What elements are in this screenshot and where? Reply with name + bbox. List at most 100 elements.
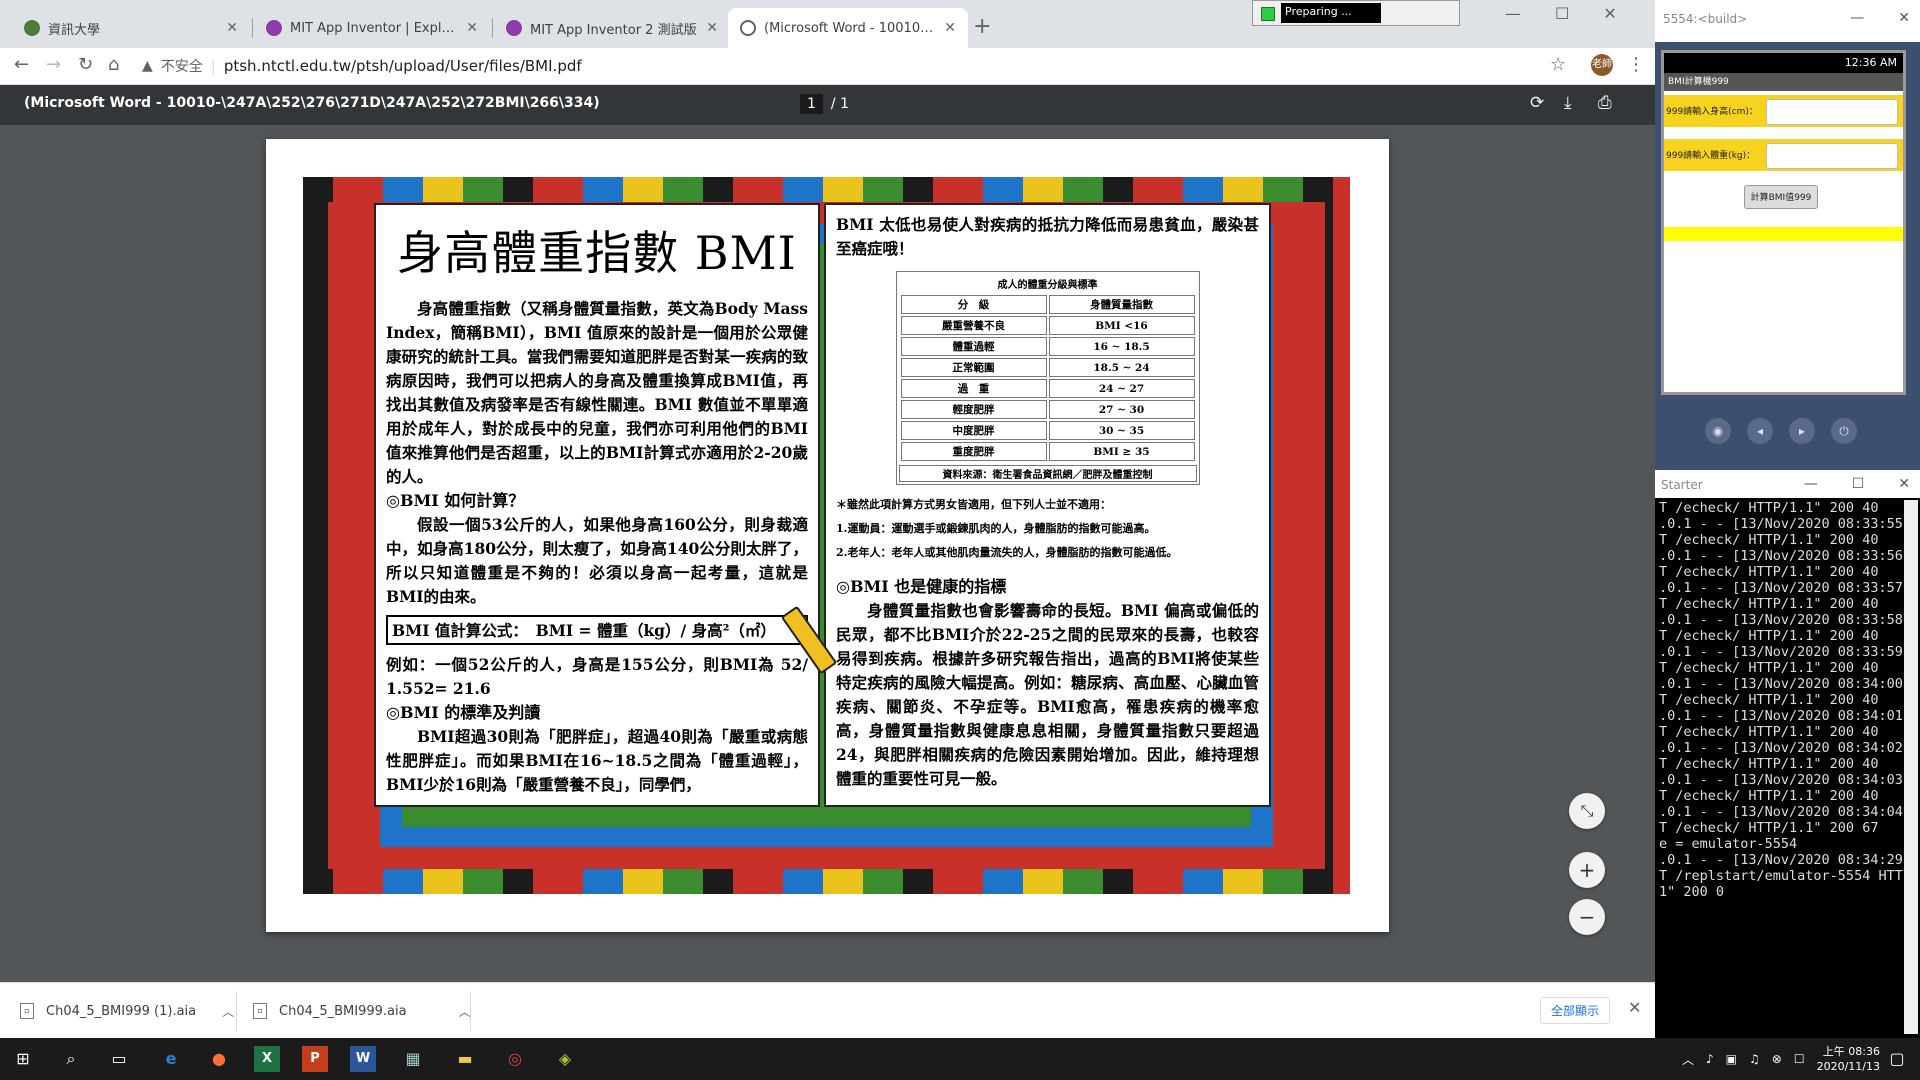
console-scrollbar[interactable] [1904, 500, 1918, 1034]
minimize-icon[interactable]: — [1850, 10, 1864, 26]
profile-avatar[interactable]: 老師 [1591, 54, 1613, 76]
show-all-button[interactable]: 全部顯示 [1540, 997, 1611, 1024]
current-page-input[interactable]: 1 [800, 94, 823, 114]
notification-center-icon[interactable]: ☐ [1794, 1052, 1805, 1066]
volume-down-icon[interactable]: ◂ [1747, 418, 1773, 444]
edge-icon[interactable]: e [158, 1046, 184, 1072]
preparing-indicator: Preparing ... [1252, 0, 1460, 26]
firefox-icon[interactable]: ● [206, 1046, 232, 1072]
powerpoint-icon[interactable]: P [302, 1046, 328, 1072]
download-divider [236, 991, 237, 1031]
close-icon[interactable]: ✕ [1628, 998, 1641, 1017]
download-item[interactable]: ▫ Ch04_5_BMI999.aia ︿ [253, 995, 471, 1027]
window-controls: — ☐ ✕ [1804, 476, 1910, 492]
file-icon: ▫ [253, 1003, 267, 1019]
close-icon[interactable]: ✕ [944, 20, 956, 36]
action-center-icon[interactable]: ▢ [1884, 1046, 1910, 1072]
preparing-label: Preparing ... [1281, 3, 1381, 23]
warning-icon: ▲ [142, 58, 153, 74]
print-icon[interactable]: ⎙ [1598, 93, 1612, 113]
pdf-viewer[interactable]: 身高體重指數 BMI 身高體重指數（又稱身體質量指數，英文為Body Mass … [0, 125, 1655, 982]
table-cell: 30 ~ 35 [1048, 421, 1195, 440]
chevron-up-icon[interactable]: ︿ [459, 1003, 471, 1020]
zoom-out-button[interactable]: − [1569, 899, 1605, 935]
how-paragraph: 假設一個53公斤的人，如果他身高160公分，則身裁適中，如身高180公分，則太瘦… [386, 515, 808, 606]
note-item: 1.運動員：運動選手或鍛鍊肌肉的人，身體脂肪的指數可能過高。 [836, 522, 1156, 535]
table-cell: 16 ~ 18.5 [1048, 337, 1195, 356]
android-icon[interactable]: ◈ [552, 1046, 578, 1072]
close-icon[interactable]: ✕ [226, 20, 238, 36]
table-cell: 過 重 [900, 379, 1047, 398]
search-icon[interactable]: ⌕ [58, 1046, 84, 1072]
bmi-table: 分 級 身體質量指數 嚴重營養不良 BMI <16 體重過輕 16 ~ 18.5 正… [899, 293, 1197, 463]
decorative-frame: 身高體重指數 BMI 身高體重指數（又稱身體質量指數，英文為Body Mass … [303, 177, 1350, 894]
tab-1[interactable]: 資訊大學 ✕ [12, 8, 250, 48]
close-window-icon[interactable]: ✕ [1898, 10, 1910, 26]
tab-4-active[interactable]: (Microsoft Word - 10010-\247A ✕ [728, 8, 968, 48]
console-line: .0.1 - - [13/Nov/2020 08:34:01] [1659, 708, 1903, 724]
chevron-up-icon[interactable]: ︿ [222, 1003, 234, 1020]
weight-input[interactable] [1766, 143, 1898, 169]
excel-icon[interactable]: X [254, 1046, 280, 1072]
tab-3[interactable]: MIT App Inventor 2 測試版 ✕ [494, 8, 730, 48]
chrome-icon[interactable]: ◎ [502, 1046, 528, 1072]
close-window-icon[interactable]: ✕ [1603, 4, 1616, 23]
word-icon[interactable]: W [350, 1046, 376, 1072]
task-view-icon[interactable]: ▭ [106, 1046, 132, 1072]
download-icon[interactable]: ⤓ [1564, 93, 1572, 113]
reload-icon[interactable]: ↻ [78, 54, 93, 75]
starter-titlebar: Starter — ☐ ✕ [1655, 470, 1920, 498]
input-icon[interactable]: ⊗ [1772, 1052, 1782, 1066]
console-log: T /echeck/ HTTP/1.1" 200 40.0.1 - - [13/… [1659, 500, 1903, 1034]
minimize-icon[interactable]: — [1804, 476, 1818, 492]
windows-start-icon[interactable]: ⊞ [10, 1046, 36, 1072]
back-icon[interactable]: ← [14, 54, 29, 75]
height-input[interactable] [1766, 99, 1898, 125]
download-item[interactable]: ▫ Ch04_5_BMI999 (1).aia ︿ [20, 995, 234, 1027]
standard-heading: ◎BMI 的標準及判讀 [386, 703, 541, 722]
bmi-table-container: 成人的體重分級與標準 分 級 身體質量指數 嚴重營養不良 BMI <16 體重過輕… [895, 271, 1200, 485]
fit-page-button[interactable]: ⤡ [1569, 793, 1605, 829]
volume-icon[interactable]: ♫ [1749, 1052, 1760, 1066]
new-tab-button[interactable]: + [973, 14, 991, 39]
windows-taskbar: ⊞ ⌕ ▭ e ● X P W ▦ ▬ ◎ ◈ ︿ ♪ ▣ ♫ ⊗ ☐ 上午 0… [0, 1038, 1920, 1080]
rotate-icon[interactable]: ⟳ [1530, 93, 1544, 113]
page-indicator: 1 / 1 [800, 94, 849, 114]
console-line: .0.1 - - [13/Nov/2020 08:34:03] [1659, 772, 1903, 788]
file-explorer-icon[interactable]: ▬ [452, 1046, 478, 1072]
close-icon[interactable]: ✕ [466, 20, 478, 36]
close-icon[interactable]: ✕ [706, 20, 718, 36]
chevron-up-icon[interactable]: ︿ [1682, 1051, 1694, 1068]
minimize-icon[interactable]: — [1505, 4, 1521, 23]
note-item: 2.老年人：老年人或其他肌肉量流失的人，身體脂肪的指數可能過低。 [836, 546, 1178, 559]
menu-icon[interactable]: ⋮ [1627, 54, 1645, 75]
console-line: .0.1 - - [13/Nov/2020 08:33:56] [1659, 548, 1903, 564]
zoom-in-button[interactable]: + [1569, 852, 1605, 888]
console-line: T /echeck/ HTTP/1.1" 200 40 [1659, 756, 1879, 772]
calculate-bmi-button[interactable]: 計算BMI值999 [1744, 185, 1818, 209]
maximize-icon[interactable]: ☐ [1555, 4, 1569, 23]
bookmark-star-icon[interactable]: ☆ [1550, 54, 1566, 75]
close-window-icon[interactable]: ✕ [1898, 476, 1910, 492]
table-cell: 18.5 ~ 24 [1048, 358, 1195, 377]
table-row: 過 重 24 ~ 27 [900, 379, 1195, 398]
tab-favicon-icon [506, 20, 522, 36]
tab-2[interactable]: MIT App Inventor | Explore MIT ✕ [254, 8, 490, 48]
pdf-toolbar: (Microsoft Word - 10010-\247A\252\276\27… [0, 85, 1655, 125]
power-icon[interactable]: ⏻ [1831, 418, 1857, 444]
forward-icon[interactable]: → [46, 54, 61, 75]
microphone-icon[interactable]: ♪ [1706, 1052, 1714, 1066]
emulator-titlebar: 5554:<build> — ✕ [1655, 0, 1920, 42]
console-line: .0.1 - - [13/Nov/2020 08:33:59] [1659, 644, 1903, 660]
photos-icon[interactable]: ▦ [400, 1046, 426, 1072]
camera-icon[interactable]: ◉ [1705, 418, 1731, 444]
clock[interactable]: 上午 08:36 2020/11/13 [1817, 1044, 1880, 1074]
maximize-icon[interactable]: ☐ [1852, 476, 1865, 492]
network-icon[interactable]: ▣ [1726, 1052, 1737, 1066]
intro-paragraph: 身高體重指數（又稱身體質量指數，英文為Body Mass Index，簡稱BMI… [386, 299, 808, 486]
emulator-controls: ◉ ◂ ▸ ⏻ [1705, 418, 1857, 444]
address-bar[interactable]: ▲ 不安全 | ptsh.ntctl.edu.tw/ptsh/upload/Us… [142, 52, 1552, 80]
console-line: T /echeck/ HTTP/1.1" 200 40 [1659, 692, 1879, 708]
volume-up-icon[interactable]: ▸ [1789, 418, 1815, 444]
home-icon[interactable]: ⌂ [108, 54, 119, 75]
